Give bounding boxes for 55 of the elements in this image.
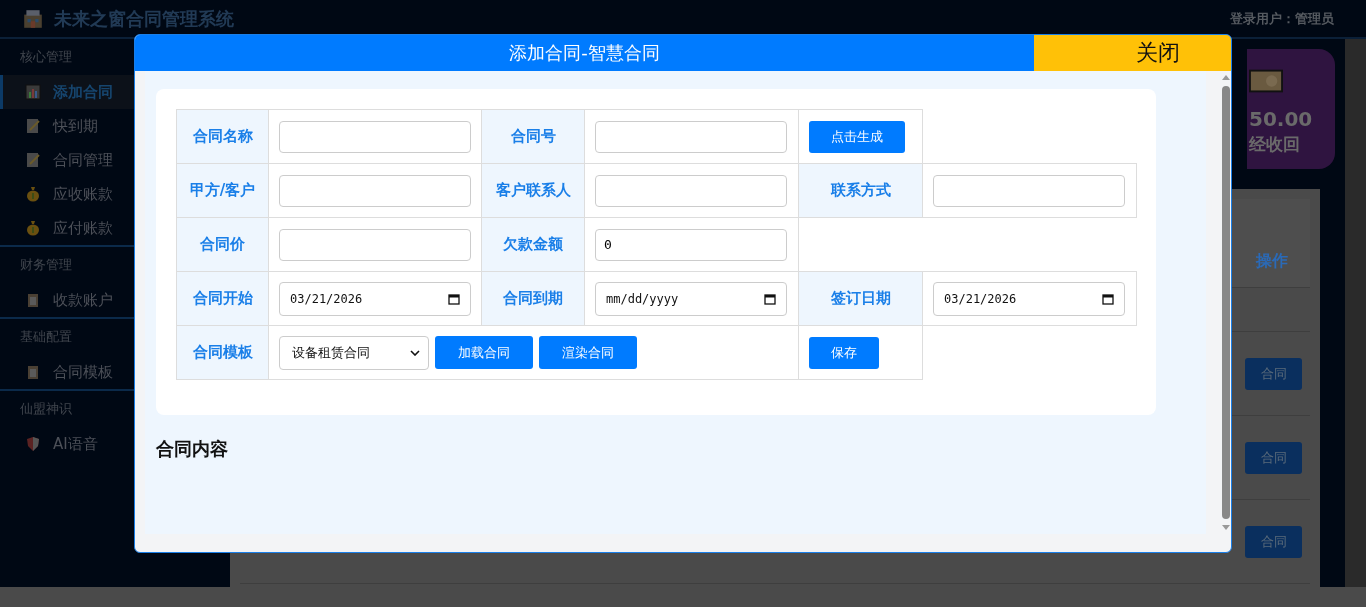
bar-chart-icon	[25, 84, 41, 100]
field-label: 客户联系人	[495, 181, 571, 200]
template-select[interactable]: 设备租赁合同	[279, 335, 429, 370]
clipboard-icon	[25, 364, 41, 380]
shop-icon	[22, 7, 44, 30]
calendar-icon	[448, 292, 460, 305]
input-field[interactable]	[595, 174, 787, 207]
notepad-icon	[25, 152, 41, 168]
field-label: 合同名称	[192, 127, 253, 146]
field-label: 合同到期	[503, 289, 563, 308]
calendar-icon	[1102, 292, 1114, 305]
scrollbar[interactable]	[0, 587, 1366, 607]
user-label: 登录用户：管理员	[1230, 9, 1335, 28]
input-field[interactable]	[279, 228, 471, 261]
date-field[interactable]: 03/21/2026	[933, 281, 1125, 316]
scroll-up-icon[interactable]	[1222, 75, 1230, 80]
calendar-icon	[764, 292, 776, 305]
scrollbar[interactable]	[1345, 39, 1366, 587]
action-button[interactable]: 加载合同	[435, 336, 533, 369]
field-label: 合同开始	[192, 289, 253, 308]
sidebar-item[interactable]: 合同管理	[0, 143, 220, 177]
banknote-icon	[1249, 69, 1283, 93]
input-field[interactable]: 0	[595, 228, 787, 261]
close-button[interactable]: 关闭	[1034, 35, 1231, 71]
action-button[interactable]: 点击生成	[809, 120, 905, 153]
input-field[interactable]	[279, 120, 471, 153]
action-button[interactable]: 渲染合同	[539, 336, 637, 369]
input-field[interactable]	[595, 120, 787, 153]
input-field[interactable]	[279, 174, 471, 207]
dialog-title: 添加合同-智慧合同	[508, 41, 661, 65]
clipboard-icon	[25, 292, 41, 308]
app-title: 未来之窗合同管理系统	[54, 6, 234, 31]
field-label: 甲方/客户	[189, 181, 256, 200]
column-header: 操作	[1256, 250, 1288, 272]
field-label: 签订日期	[830, 289, 891, 308]
stat-label: 经收回	[1249, 133, 1300, 156]
contract-button[interactable]: 合同	[1245, 357, 1302, 390]
field-label: 欠款金额	[503, 235, 563, 254]
shield-icon	[25, 436, 41, 452]
section-title: 合同内容	[156, 437, 229, 461]
action-button[interactable]: 保存	[809, 336, 879, 369]
contract-button[interactable]: 合同	[1245, 441, 1302, 474]
input-field[interactable]	[933, 174, 1125, 207]
date-field[interactable]: 03/21/2026	[279, 281, 471, 316]
field-label: 合同号	[510, 127, 556, 146]
contract-button[interactable]: 合同	[1245, 525, 1302, 558]
caret-icon	[410, 349, 420, 356]
money-bag-icon	[25, 220, 41, 236]
scroll-down-icon[interactable]	[1222, 525, 1230, 530]
field-label: 联系方式	[830, 181, 891, 200]
money-bag-icon	[25, 186, 41, 202]
date-field[interactable]: mm/dd/yyyy	[595, 281, 787, 316]
group-title: 核心管理	[19, 48, 73, 66]
notepad-icon	[25, 118, 41, 134]
stat-amount: 50.00	[1249, 107, 1313, 131]
